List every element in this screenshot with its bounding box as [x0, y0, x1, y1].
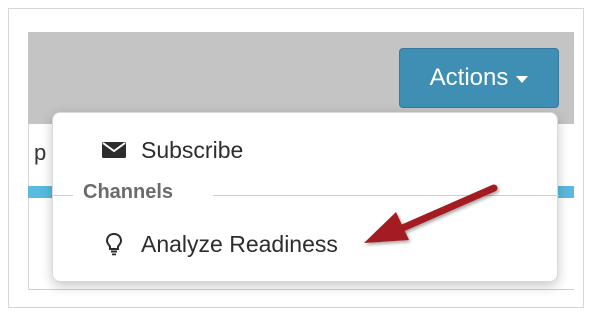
menu-item-analyze-readiness[interactable]: Analyze Readiness: [99, 227, 338, 261]
actions-button-label: Actions: [429, 64, 509, 91]
actions-button[interactable]: Actions: [399, 48, 559, 108]
accent-strip-left: [28, 186, 54, 198]
partial-text: p: [34, 140, 47, 165]
caret-down-icon: [516, 75, 529, 83]
menu-item-label: Analyze Readiness: [141, 230, 338, 257]
accent-strip-right: [556, 186, 574, 198]
envelope-icon: [99, 140, 129, 160]
section-heading-channels: Channels: [83, 181, 174, 203]
divider-left: [53, 195, 73, 196]
menu-item-subscribe[interactable]: Subscribe: [99, 133, 243, 167]
menu-item-label: Subscribe: [141, 136, 244, 163]
lightbulb-icon: [99, 232, 129, 256]
actions-dropdown-menu: Subscribe Channels Analyze Readiness: [52, 112, 559, 282]
divider-right: [213, 195, 559, 196]
